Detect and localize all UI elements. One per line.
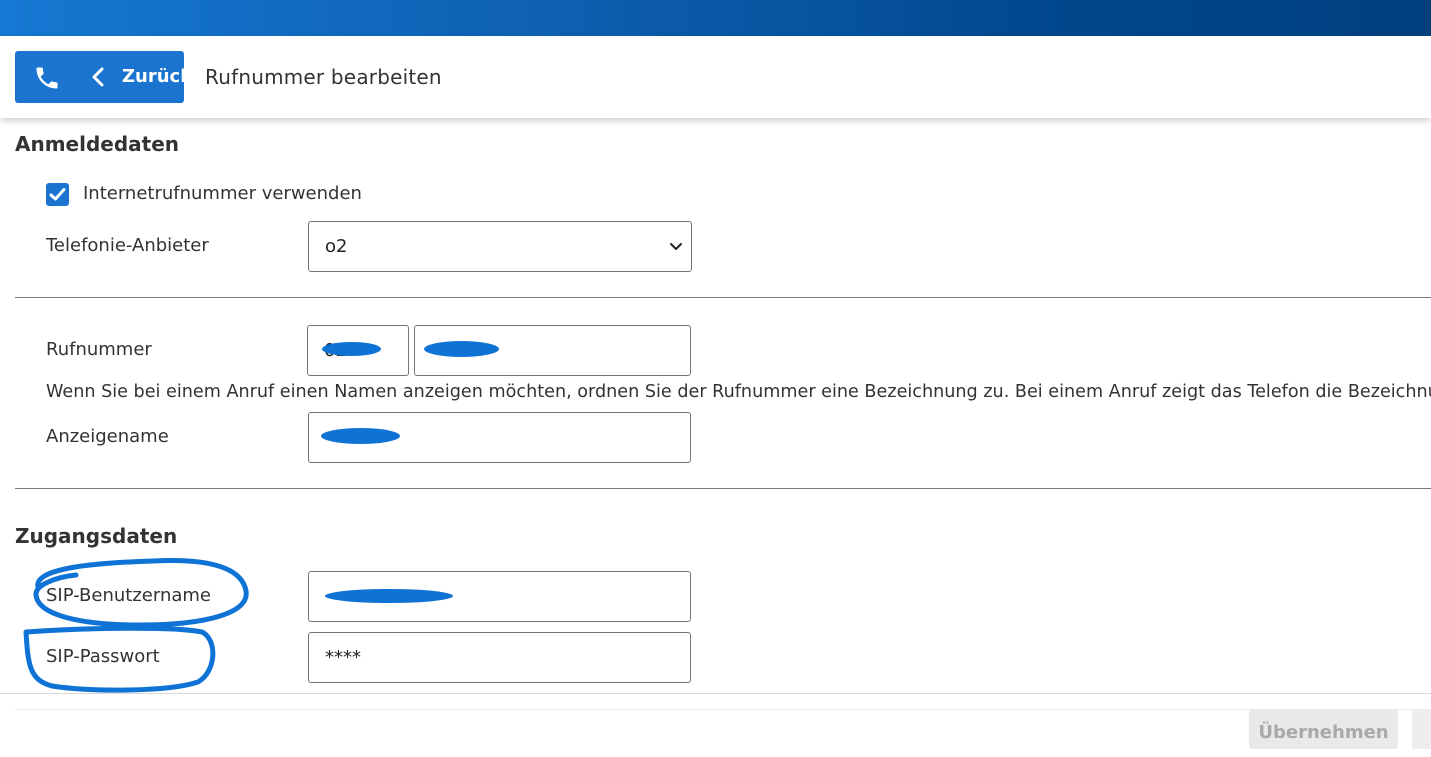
redaction-mark [325, 589, 453, 603]
display-name-label: Anzeigename [46, 426, 169, 447]
section-heading-anmeldedaten: Anmeldedaten [15, 132, 180, 156]
display-name-hint: Wenn Sie bei einem Anruf einen Namen anz… [46, 382, 1431, 402]
redaction-mark [321, 428, 400, 444]
section-divider [15, 488, 1431, 489]
internet-number-checkbox-label[interactable]: Internetrufnummer verwenden [83, 183, 362, 204]
annotation-circle [33, 558, 249, 628]
footer-divider [0, 693, 1431, 694]
sip-password-input[interactable]: **** [308, 632, 691, 683]
back-button-label: Zurück [122, 66, 193, 87]
provider-label: Telefonie-Anbieter [46, 235, 209, 256]
phone-icon [36, 67, 58, 89]
page-title: Rufnummer bearbeiten [205, 65, 442, 89]
page-header: Zurück Rufnummer bearbeiten [0, 36, 1431, 118]
chevron-left-icon [92, 67, 104, 87]
sip-password-value: **** [325, 647, 361, 668]
top-banner [0, 0, 1431, 36]
section-heading-zugangsdaten: Zugangsdaten [15, 524, 178, 548]
back-button[interactable]: Zurück [15, 51, 192, 103]
provider-select[interactable]: o2 [308, 221, 692, 272]
apply-button[interactable]: Übernehmen [1249, 709, 1398, 749]
secondary-button[interactable] [1412, 709, 1431, 749]
annotation-circle [23, 626, 216, 693]
redaction-mark [424, 341, 499, 357]
footer-divider [15, 709, 1431, 710]
chevron-down-icon [670, 243, 682, 250]
phone-number-label: Rufnummer [46, 339, 152, 360]
provider-select-value: o2 [325, 236, 348, 257]
checkmark-icon [49, 188, 66, 201]
internet-number-checkbox[interactable] [46, 183, 69, 206]
redaction-mark [322, 342, 381, 356]
section-divider [15, 297, 1431, 298]
